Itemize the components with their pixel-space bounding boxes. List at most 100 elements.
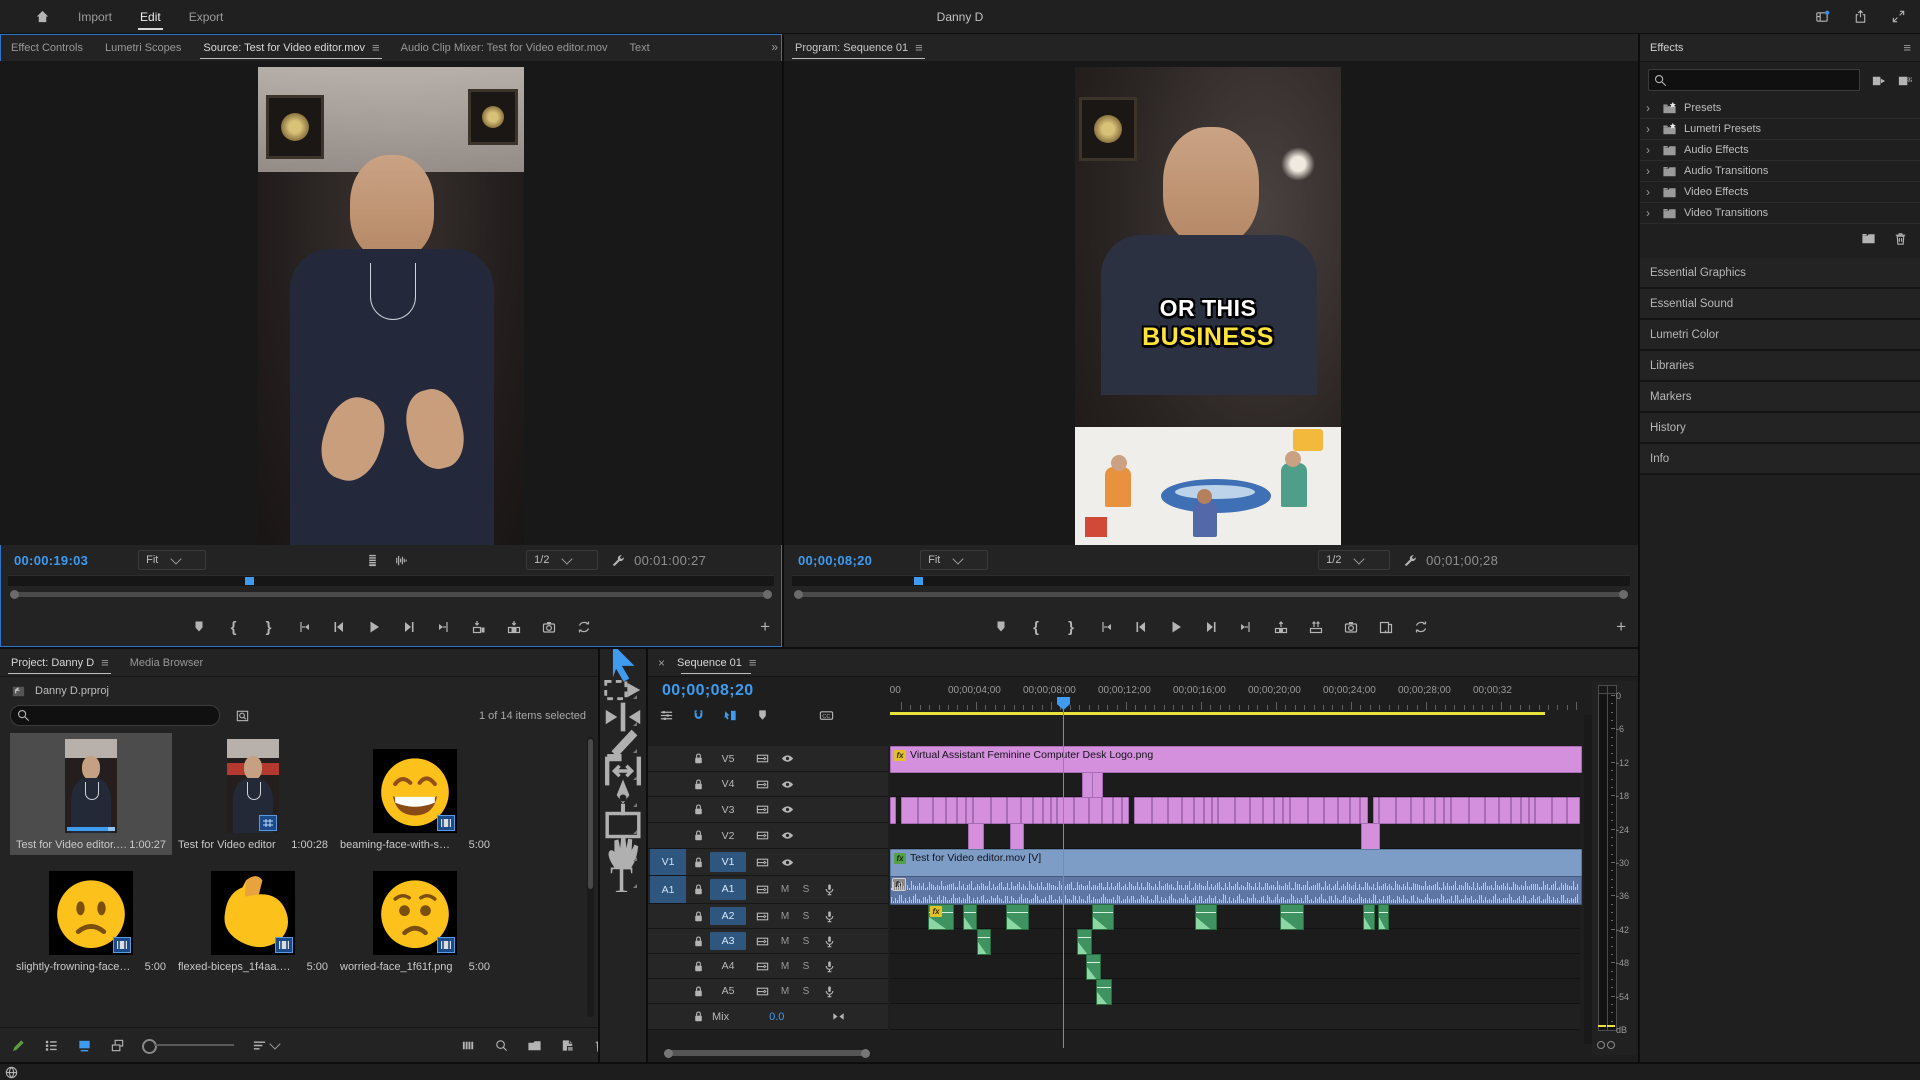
source-zoom-scrollbar[interactable]: [10, 590, 772, 599]
timeline-clip[interactable]: [1033, 797, 1043, 824]
extract-button[interactable]: [1303, 615, 1329, 639]
mark-out-button[interactable]: }: [256, 615, 282, 639]
timeline-clip[interactable]: [1451, 797, 1469, 824]
solo-button[interactable]: S: [800, 936, 812, 947]
track-header-v1[interactable]: V1 V1: [648, 849, 888, 876]
expand-chevron-icon[interactable]: ›: [1646, 101, 1654, 115]
track-lane-a3[interactable]: [890, 929, 1580, 954]
home-icon[interactable]: [34, 9, 50, 25]
delete-custom-item-icon[interactable]: [1892, 230, 1908, 246]
track-header-a3[interactable]: A3 MS: [648, 929, 888, 954]
source-panel-tab[interactable]: Effect Controls: [0, 34, 94, 61]
list-view-icon[interactable]: [43, 1037, 59, 1053]
timeline-clip[interactable]: [1089, 797, 1102, 824]
goto-out-button[interactable]: [1233, 615, 1259, 639]
timeline-clip[interactable]: [1499, 797, 1511, 824]
expand-chevron-icon[interactable]: ›: [1646, 164, 1654, 178]
timeline-clip[interactable]: [1567, 797, 1580, 824]
lift-button[interactable]: [1268, 615, 1294, 639]
panel-tab-libraries[interactable]: Libraries: [1640, 351, 1920, 382]
timeline-clip[interactable]: [1168, 797, 1182, 824]
program-scrubber[interactable]: [792, 575, 1630, 586]
solo-button[interactable]: S: [800, 961, 812, 972]
button-editor-icon[interactable]: +: [760, 612, 770, 642]
voiceover-record-icon[interactable]: [821, 933, 837, 949]
timeline-clip[interactable]: [1469, 797, 1485, 824]
timeline-clip[interactable]: [968, 823, 984, 850]
solo-button[interactable]: S: [800, 884, 812, 895]
timeline-audio-clip[interactable]: [1378, 904, 1389, 930]
timeline-clip[interactable]: [1218, 797, 1235, 824]
timeline-clip[interactable]: [1152, 797, 1168, 824]
accelerated-effects-icon[interactable]: [1870, 72, 1886, 88]
lock-icon[interactable]: [690, 1009, 706, 1025]
source-patch[interactable]: V1: [650, 849, 686, 875]
panel-tab-essential-sound[interactable]: Essential Sound: [1640, 289, 1920, 320]
share-icon[interactable]: [1852, 9, 1868, 25]
tab-overflow-icon[interactable]: »: [771, 40, 778, 54]
timeline-clip[interactable]: fxTest for Video editor.mov [V]: [890, 849, 1582, 877]
sort-icon[interactable]: [251, 1037, 279, 1053]
32bit-effects-icon[interactable]: 32: [1896, 72, 1912, 88]
mark-in-button[interactable]: {: [221, 615, 247, 639]
timeline-audio-clip[interactable]: [1195, 904, 1217, 930]
voiceover-record-icon[interactable]: [821, 958, 837, 974]
timeline-audio-clip[interactable]: [1280, 904, 1304, 930]
workspace-icon[interactable]: [1814, 9, 1830, 25]
effects-folder-lumetri-presets[interactable]: › Lumetri Presets: [1640, 119, 1920, 140]
timeline-clip[interactable]: [1424, 797, 1435, 824]
timeline-clip[interactable]: [1308, 797, 1324, 824]
timeline-audio-clip[interactable]: [1092, 904, 1114, 930]
timeline-clip[interactable]: [1411, 797, 1424, 824]
program-viewer[interactable]: OR THIS BUSINESS: [784, 61, 1638, 545]
play-button[interactable]: [1163, 615, 1189, 639]
track-name[interactable]: A2: [710, 907, 746, 926]
track-name[interactable]: V1: [710, 852, 746, 872]
timeline-audio-clip[interactable]: fx: [890, 876, 1582, 905]
track-lane-a5[interactable]: [890, 979, 1580, 1004]
sequence-tab[interactable]: Sequence 01 ≡: [673, 649, 759, 676]
timeline-clip[interactable]: [901, 797, 918, 824]
effects-folder-audio-transitions[interactable]: › Audio Transitions: [1640, 161, 1920, 182]
button-editor-icon[interactable]: +: [1616, 612, 1626, 642]
project-item[interactable]: Test for Video editor1:00:28: [172, 733, 334, 855]
sync-lock-icon[interactable]: [754, 933, 770, 949]
pencil-icon[interactable]: [10, 1037, 26, 1053]
timeline-clip[interactable]: [1182, 797, 1194, 824]
drag-video-icon[interactable]: [364, 552, 380, 568]
timeline-audio-clip[interactable]: [963, 904, 977, 930]
new-bin-icon[interactable]: [526, 1037, 542, 1053]
track-name[interactable]: A4: [710, 957, 746, 976]
track-lane-a2[interactable]: [890, 904, 1580, 929]
project-item[interactable]: beaming-face-with-smilin...5:00: [334, 733, 496, 855]
timeline-clip[interactable]: [1360, 797, 1368, 824]
sync-lock-icon[interactable]: [754, 776, 770, 792]
panel-tab-lumetri-color[interactable]: Lumetri Color: [1640, 320, 1920, 351]
lock-icon[interactable]: [690, 908, 706, 924]
step-forward-button[interactable]: [396, 615, 422, 639]
lock-icon[interactable]: [690, 983, 706, 999]
export-frame-button[interactable]: [536, 615, 562, 639]
timeline-clip[interactable]: [1263, 797, 1274, 824]
goto-in-button[interactable]: [291, 615, 317, 639]
marker-button[interactable]: [186, 615, 212, 639]
toggle-track-output-icon[interactable]: [779, 854, 795, 870]
toggle-track-output-icon[interactable]: [779, 828, 795, 844]
track-header-a1[interactable]: A1 A1 MS: [648, 876, 888, 904]
track-header-mix[interactable]: Mix 0.0: [648, 1004, 888, 1030]
timeline-clip[interactable]: [991, 797, 1007, 824]
expand-chevron-icon[interactable]: ›: [1646, 122, 1654, 136]
panel-tab-info[interactable]: Info: [1640, 444, 1920, 475]
track-header-v4[interactable]: V4: [648, 772, 888, 797]
project-search-input[interactable]: [10, 705, 220, 726]
source-viewer[interactable]: [0, 61, 782, 545]
timeline-vscrollbar[interactable]: [1584, 715, 1592, 1044]
sync-lock-icon[interactable]: [754, 802, 770, 818]
lock-icon[interactable]: [690, 751, 706, 767]
lock-icon[interactable]: [690, 958, 706, 974]
timeline-timecode[interactable]: 00;00;08;20: [662, 682, 754, 700]
timeline-clip[interactable]: [1021, 797, 1033, 824]
sync-lock-icon[interactable]: [754, 854, 770, 870]
toggle-track-output-icon[interactable]: [779, 776, 795, 792]
lock-icon[interactable]: [690, 854, 706, 870]
